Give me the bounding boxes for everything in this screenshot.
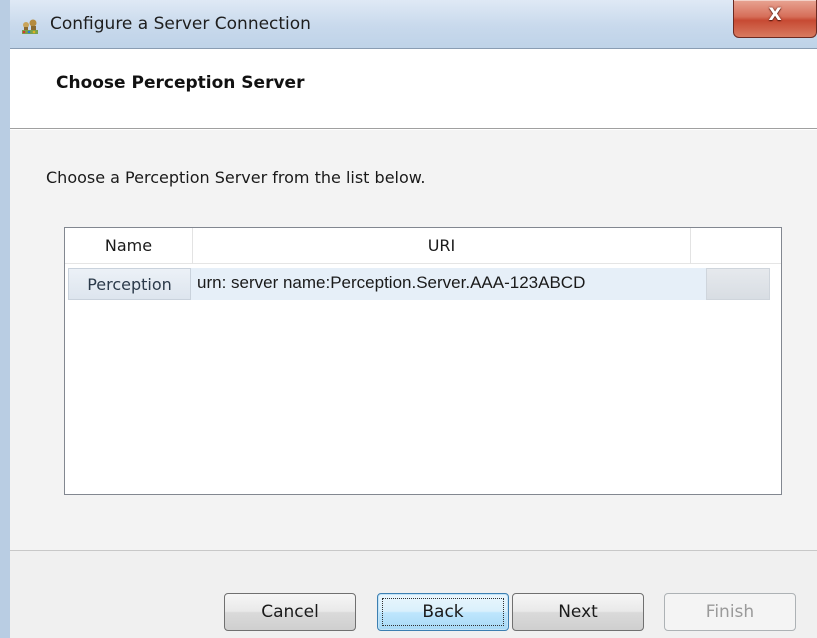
back-button-label: Back: [422, 602, 464, 622]
next-button[interactable]: Next: [512, 593, 644, 631]
list-header: Name URI: [65, 228, 781, 264]
close-button[interactable]: X: [733, 0, 817, 38]
wizard-header: Choose Perception Server: [10, 49, 817, 129]
dialog-window: Configure a Server Connection X Choose P…: [0, 0, 817, 638]
table-row[interactable]: Perception urn: server name:Perception.S…: [68, 268, 770, 300]
wizard-body: Choose a Perception Server from the list…: [10, 130, 817, 550]
back-button[interactable]: Back: [377, 593, 509, 631]
window-title: Configure a Server Connection: [50, 14, 311, 34]
finish-button: Finish: [664, 593, 796, 631]
page-title: Choose Perception Server: [56, 73, 305, 93]
title-bar[interactable]: Configure a Server Connection X: [10, 0, 817, 48]
close-icon: X: [768, 5, 782, 25]
column-header-blank[interactable]: [691, 228, 781, 264]
app-cluster-icon: [20, 16, 40, 36]
row-uri-cell: urn: server name:Perception.Server.AAA-1…: [191, 268, 706, 300]
window-left-frame: [0, 0, 10, 638]
column-header-name[interactable]: Name: [65, 228, 193, 264]
instruction-text: Choose a Perception Server from the list…: [46, 168, 426, 187]
server-list[interactable]: Name URI Perception urn: server name:Per…: [64, 227, 782, 495]
row-blank-cell: [706, 268, 770, 300]
cancel-button[interactable]: Cancel: [224, 593, 356, 631]
column-header-uri[interactable]: URI: [193, 228, 691, 264]
dialog-client-area: Choose Perception Server Choose a Percep…: [10, 48, 817, 638]
row-name-cell: Perception: [68, 268, 191, 300]
button-bar: Cancel Back Next Finish: [10, 550, 817, 638]
